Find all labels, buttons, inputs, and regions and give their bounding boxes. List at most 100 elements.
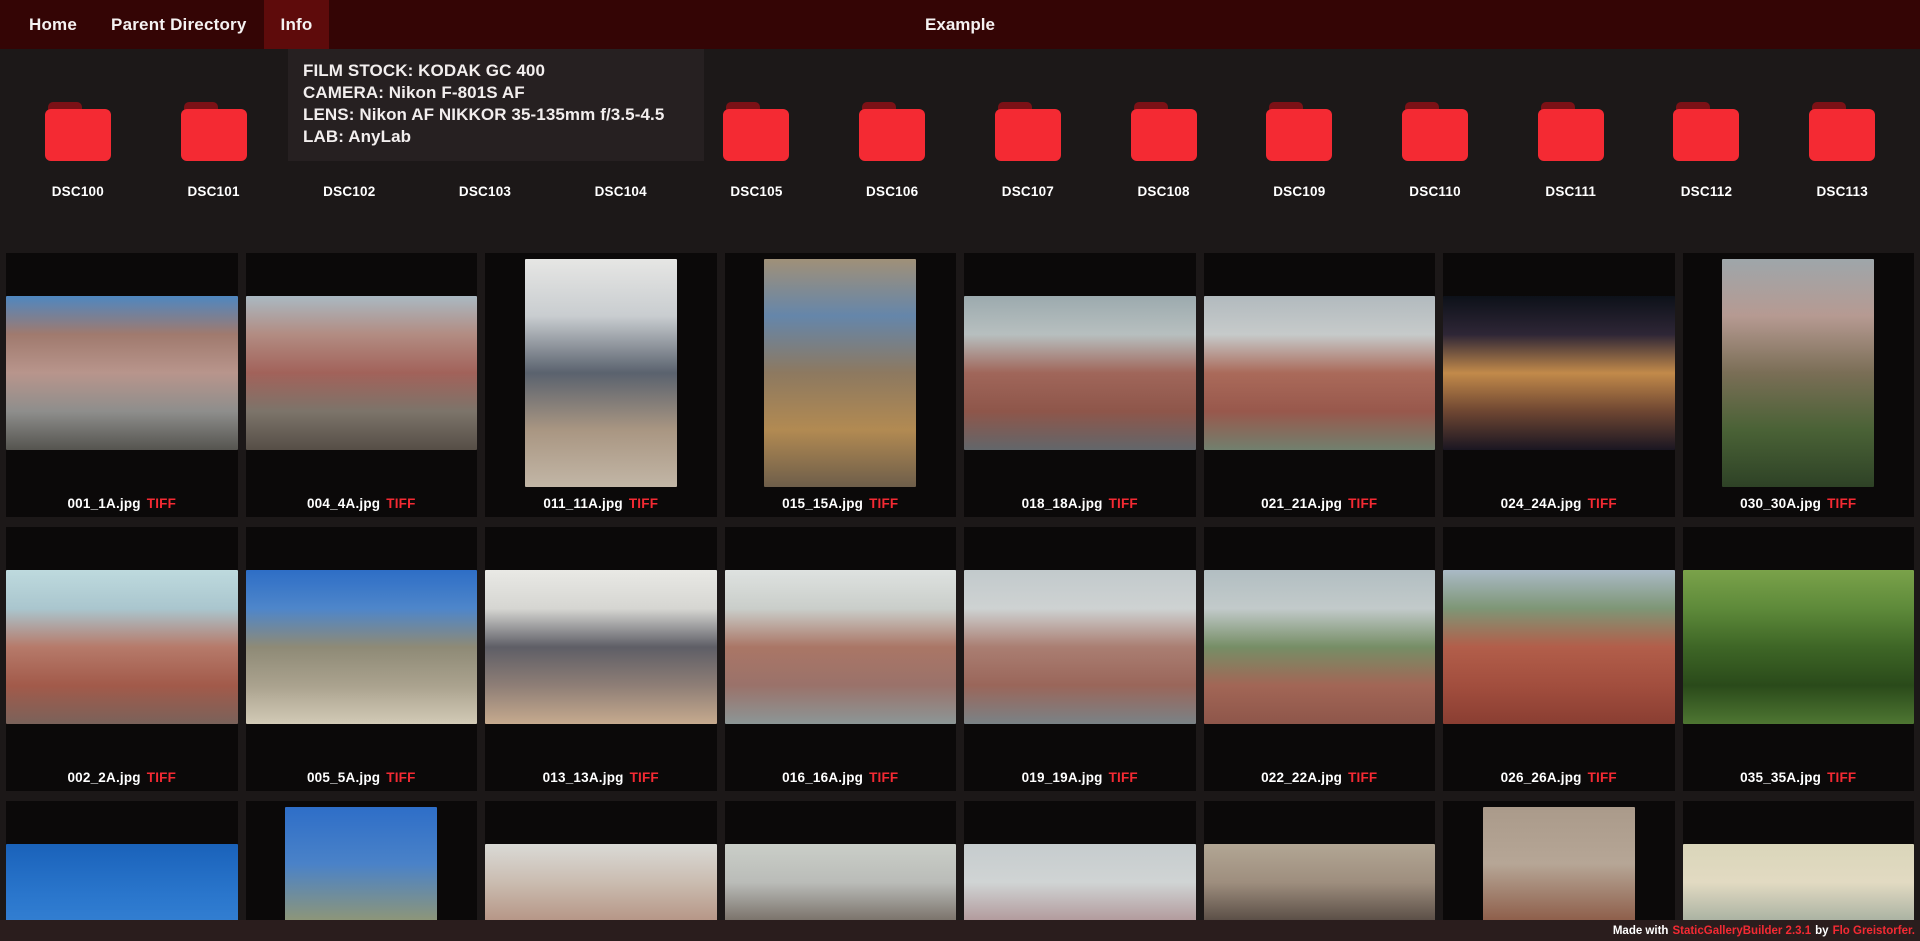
photo-frame bbox=[724, 527, 956, 763]
folder-item[interactable]: DSC108 bbox=[1096, 102, 1232, 200]
folder-label: DSC106 bbox=[866, 184, 919, 199]
folder-icon-body bbox=[1130, 109, 1197, 161]
tiff-link[interactable]: TIFF bbox=[1827, 770, 1856, 785]
photo-caption: 022_22A.jpg TIFF bbox=[1261, 763, 1377, 791]
folder-item[interactable]: DSC107 bbox=[960, 102, 1096, 200]
gallery-cell[interactable]: 005_5A.jpg TIFF bbox=[245, 527, 477, 791]
photo-thumbnail[interactable] bbox=[964, 569, 1196, 725]
folder-icon bbox=[180, 102, 247, 161]
photo-filename: 016_16A.jpg bbox=[782, 769, 864, 785]
folder-icon bbox=[1537, 102, 1604, 161]
photo-caption: 035_35A.jpg TIFF bbox=[1740, 763, 1856, 791]
tiff-link[interactable]: TIFF bbox=[147, 770, 176, 785]
author-link[interactable]: Flo Greistorfer. bbox=[1833, 925, 1915, 937]
nav-item-label: Home bbox=[29, 14, 78, 34]
tiff-link[interactable]: TIFF bbox=[1109, 496, 1138, 511]
tiff-link[interactable]: TIFF bbox=[630, 770, 659, 785]
folder-item[interactable]: DSC100 bbox=[10, 102, 146, 200]
gallery-cell[interactable]: 001_1A.jpg TIFF bbox=[6, 253, 238, 517]
gallery-cell[interactable]: 002_2A.jpg TIFF bbox=[6, 527, 238, 791]
photo-caption: 011_11A.jpg TIFF bbox=[543, 489, 658, 517]
gallery-cell[interactable]: 021_21A.jpg TIFF bbox=[1203, 253, 1435, 517]
photo-caption: 001_1A.jpg TIFF bbox=[67, 489, 176, 517]
gallery-cell[interactable]: 026_26A.jpg TIFF bbox=[1443, 527, 1675, 791]
tiff-link[interactable]: TIFF bbox=[1348, 770, 1377, 785]
tiff-link[interactable]: TIFF bbox=[869, 496, 898, 511]
nav-item-label: Info bbox=[280, 14, 313, 34]
photo-thumbnail[interactable] bbox=[485, 569, 717, 725]
gallery-cell[interactable]: 004_4A.jpg TIFF bbox=[245, 253, 477, 517]
tiff-link[interactable]: TIFF bbox=[869, 770, 898, 785]
folder-item[interactable]: DSC113 bbox=[1774, 102, 1910, 200]
photo-thumbnail[interactable] bbox=[1722, 259, 1875, 487]
folder-item[interactable]: DSC110 bbox=[1367, 102, 1503, 200]
folder-item[interactable]: DSC106 bbox=[824, 102, 960, 200]
photo-thumbnail[interactable] bbox=[245, 569, 477, 725]
gallery-cell[interactable]: 015_15A.jpg TIFF bbox=[724, 253, 956, 517]
folder-icon-body bbox=[1809, 109, 1876, 161]
folder-icon-body bbox=[44, 109, 111, 161]
photo-filename: 005_5A.jpg bbox=[306, 769, 381, 785]
photo-thumbnail[interactable] bbox=[245, 295, 477, 451]
info-line: LAB: AnyLab bbox=[303, 127, 412, 146]
folder-icon bbox=[44, 102, 111, 161]
folder-item[interactable]: DSC111 bbox=[1503, 102, 1639, 200]
tiff-link[interactable]: TIFF bbox=[147, 496, 176, 511]
photo-thumbnail[interactable] bbox=[524, 259, 677, 487]
gallery-cell[interactable]: 024_24A.jpg TIFF bbox=[1443, 253, 1675, 517]
folder-item[interactable]: DSC112 bbox=[1639, 102, 1775, 200]
gallery-cell[interactable]: 011_11A.jpg TIFF bbox=[485, 253, 717, 517]
photo-thumbnail[interactable] bbox=[764, 259, 917, 487]
gallery-cell[interactable]: 013_13A.jpg TIFF bbox=[485, 527, 717, 791]
nav-bar: Home Parent Directory Info Example bbox=[0, 0, 1920, 49]
nav-item-home[interactable]: Home bbox=[12, 0, 94, 49]
tiff-link[interactable]: TIFF bbox=[629, 496, 658, 511]
tiff-link[interactable]: TIFF bbox=[1588, 496, 1617, 511]
photo-frame bbox=[485, 253, 717, 489]
photo-caption: 016_16A.jpg TIFF bbox=[782, 763, 898, 791]
gallery-cell[interactable]: 016_16A.jpg TIFF bbox=[724, 527, 956, 791]
folder-item[interactable]: DSC109 bbox=[1231, 102, 1367, 200]
photo-thumbnail[interactable] bbox=[1682, 569, 1914, 725]
photo-thumbnail[interactable] bbox=[1443, 295, 1675, 451]
nav-item-info[interactable]: Info bbox=[263, 0, 330, 49]
photo-frame bbox=[485, 527, 717, 763]
tiff-link[interactable]: TIFF bbox=[1588, 770, 1617, 785]
tiff-link[interactable]: TIFF bbox=[386, 496, 415, 511]
tiff-link[interactable]: TIFF bbox=[386, 770, 415, 785]
folder-label: DSC105 bbox=[730, 184, 783, 199]
nav-item-parent-directory[interactable]: Parent Directory bbox=[94, 0, 263, 49]
info-line: LENS: Nikon AF NIKKOR 35-135mm f/3.5-4.5 bbox=[303, 105, 665, 124]
folder-label: DSC101 bbox=[187, 184, 240, 199]
folder-label: DSC111 bbox=[1545, 184, 1597, 199]
photo-thumbnail[interactable] bbox=[724, 569, 956, 725]
photo-thumbnail[interactable] bbox=[1443, 569, 1675, 725]
photo-thumbnail[interactable] bbox=[6, 295, 238, 451]
photo-filename: 030_30A.jpg bbox=[1740, 495, 1822, 511]
folder-label: DSC109 bbox=[1273, 184, 1326, 199]
photo-thumbnail[interactable] bbox=[964, 295, 1196, 451]
photo-filename: 002_2A.jpg bbox=[67, 769, 141, 785]
folder-icon bbox=[1402, 102, 1469, 161]
photo-thumbnail[interactable] bbox=[1203, 569, 1435, 725]
photo-caption: 013_13A.jpg TIFF bbox=[543, 763, 659, 791]
photo-thumbnail[interactable] bbox=[6, 569, 238, 725]
gallery-cell[interactable]: 019_19A.jpg TIFF bbox=[964, 527, 1196, 791]
folder-item[interactable]: DSC105 bbox=[689, 102, 825, 200]
gallery-cell[interactable]: 035_35A.jpg TIFF bbox=[1682, 527, 1914, 791]
folder-icon bbox=[1673, 102, 1740, 161]
photo-filename: 021_21A.jpg bbox=[1261, 495, 1343, 511]
folder-icon bbox=[723, 102, 790, 161]
folder-label: DSC103 bbox=[458, 184, 512, 199]
gallery-cell[interactable]: 030_30A.jpg TIFF bbox=[1682, 253, 1914, 517]
builder-link[interactable]: StaticGalleryBuilder 2.3.1 bbox=[1672, 925, 1811, 937]
photo-thumbnail[interactable] bbox=[1203, 295, 1435, 451]
photo-caption: 019_19A.jpg TIFF bbox=[1022, 763, 1138, 791]
gallery-cell[interactable]: 022_22A.jpg TIFF bbox=[1203, 527, 1435, 791]
tiff-link[interactable]: TIFF bbox=[1348, 496, 1377, 511]
tiff-link[interactable]: TIFF bbox=[1827, 496, 1856, 511]
folder-item[interactable]: DSC101 bbox=[146, 102, 282, 200]
photo-frame bbox=[245, 253, 477, 489]
tiff-link[interactable]: TIFF bbox=[1109, 770, 1138, 785]
gallery-cell[interactable]: 018_18A.jpg TIFF bbox=[964, 253, 1196, 517]
